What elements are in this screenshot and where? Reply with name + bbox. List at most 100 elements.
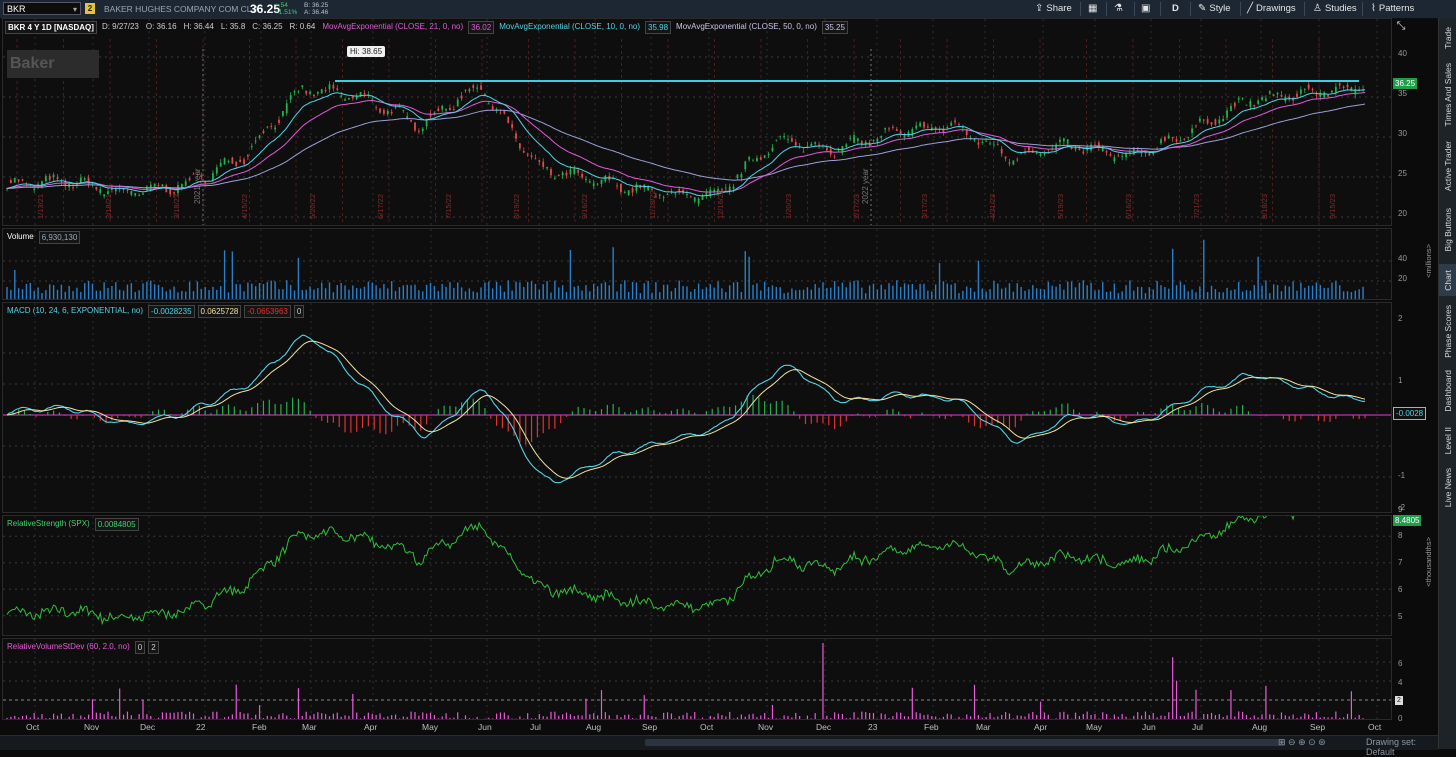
tab-big-buttons[interactable]: Big Buttons [1439,202,1456,258]
relative-volume-bar [477,717,478,719]
patterns-button[interactable]: ⌇Patterns [1371,2,1414,16]
studies-label: Studies [1325,3,1357,14]
candle-body [1117,155,1119,156]
symbol-input[interactable]: BKR▾ [3,2,81,15]
price-pane[interactable]: 2021 year2022 year1/13/212/18/213/18/224… [2,18,1392,226]
macd-histogram-bar [805,415,806,424]
chevron-down-icon[interactable]: ▾ [73,3,77,16]
drawing-set-label[interactable]: Drawing set: Default [1366,737,1438,757]
ema21-label[interactable]: MovAvgExponential (CLOSE, 21, 0, no) [320,21,465,34]
volume-bar [1242,292,1243,300]
rv-title[interactable]: RelativeVolumeStDev (60, 2.0, no) [5,641,132,654]
volume-bar [65,292,66,300]
relative-strength-pane[interactable]: RelativeStrength (SPX) 0.0084805 [2,515,1392,636]
volume-bar [53,285,54,300]
volume-axis[interactable]: 40 20 <millions> [1392,228,1436,300]
tab-chart[interactable]: Chart [1439,264,1456,296]
zoom-controls[interactable]: ⊞ ⊖ ⊕ ⊙ ⊛ [1278,737,1326,748]
macd-pane[interactable]: MACD (10, 24, 6, EXPONENTIAL, no) -0.002… [2,302,1392,513]
relative-volume-bar [1277,718,1278,719]
volume-bar [519,282,520,300]
relative-volume-bar [1137,712,1138,719]
flask-button[interactable]: ⚗ [1114,2,1126,16]
macd-histogram-bar [385,415,386,434]
volume-bar [1254,285,1255,300]
tab-times-and-sales[interactable]: Times And Sales [1439,60,1456,130]
tab-dashboard[interactable]: Dashboard [1439,366,1456,416]
drawings-button[interactable]: ╱Drawings [1247,2,1296,16]
macd-histogram-bar [717,407,718,415]
relative-volume-bar [1009,713,1010,719]
studies-button[interactable]: ♙Studies [1313,2,1357,16]
compare-button[interactable]: ▦ [1088,2,1100,16]
relative-volume-bar [686,713,687,719]
tab-active-trader[interactable]: Active Trader [1439,136,1456,196]
volume-bar [1188,291,1189,300]
volume-bar [356,288,357,300]
volume-bar [286,280,287,300]
ema50-label[interactable]: MovAvgExponential (CLOSE, 50, 0, no) [674,21,819,34]
scrollbar-thumb[interactable] [645,739,1285,746]
volume-title[interactable]: Volume [5,231,36,244]
volume-bar [1067,282,1068,300]
rs-axis[interactable]: 9 8 7 6 5 8.4805 <thousandths> [1392,515,1436,636]
volume-bar [783,293,784,300]
relative-volume-bar [224,717,225,719]
relative-volume-bar [908,716,909,719]
volume-pane[interactable]: Volume 6,930,130 [2,228,1392,300]
candle-body [301,85,303,87]
link-group-badge[interactable]: 2 [85,3,95,14]
macd-title[interactable]: MACD (10, 24, 6, EXPONENTIAL, no) [5,305,145,318]
relative-volume-bar [434,715,435,719]
candle-body [278,120,280,123]
candle-body [1005,156,1007,158]
volume-bar [1098,290,1099,300]
rv-axis[interactable]: 6 4 2 0 [1392,638,1436,720]
volume-bar [616,292,617,300]
chart-scrollbar[interactable]: ⊞ ⊖ ⊕ ⊙ ⊛ Drawing set: Default [0,735,1438,750]
macd-histogram-bar [1190,410,1191,415]
relative-volume-pane[interactable]: RelativeVolumeStDev (60, 2.0, no) 0 2 [2,638,1392,720]
volume-bar [1265,280,1266,300]
relative-volume-bar [581,715,582,719]
macd-chart [3,303,1392,513]
relative-volume-bar [131,715,132,719]
volume-bar [294,290,295,300]
volume-bar [857,280,858,300]
price-axis[interactable]: 40 35 30 25 20 36.25 [1392,18,1436,226]
relative-volume-bar [185,714,186,719]
relative-volume-bar [201,717,202,719]
candle-body [779,136,781,137]
ema10-label[interactable]: MovAvgExponential (CLOSE, 10, 0, no) [497,21,642,34]
tab-phase-scores[interactable]: Phase Scores [1439,302,1456,360]
candle-body [1230,106,1232,111]
volume-tick: 20 [1398,274,1407,283]
volume-bar [305,290,306,300]
relative-volume-bar [306,712,307,719]
volume-bar [1176,285,1177,300]
ema50-line [7,104,1365,189]
tab-trade[interactable]: Trade [1439,22,1456,54]
tab-level-ii[interactable]: Level II [1439,422,1456,460]
share-button[interactable]: ⇪Share [1035,2,1072,16]
period-button[interactable]: D [1172,2,1179,16]
candle-body [694,197,696,201]
tab-live-news[interactable]: Live News [1439,466,1456,510]
volume-bar [1145,293,1146,300]
relative-volume-bar [1118,717,1119,719]
macd-histogram-bar [181,413,182,415]
macd-axis[interactable]: 2 1 -1 -2 -0.0028 [1392,302,1436,513]
macd-histogram-bar [782,401,783,415]
grid-button[interactable]: ▣ [1141,2,1153,16]
month-label: Jul [530,722,541,732]
volume-bar [325,288,326,300]
relative-volume-bar [53,714,54,719]
volume-bar [410,285,411,300]
volume-bar [1184,285,1185,300]
rs-tick: 7 [1398,558,1402,567]
style-button[interactable]: ✎Style [1198,2,1231,16]
macd-histogram-bar [1335,415,1336,419]
time-axis[interactable]: OctNovDec22FebMarAprMayJunJulAugSepOctNo… [2,720,1392,734]
rs-title[interactable]: RelativeStrength (SPX) [5,518,92,531]
month-label: Nov [758,722,773,732]
